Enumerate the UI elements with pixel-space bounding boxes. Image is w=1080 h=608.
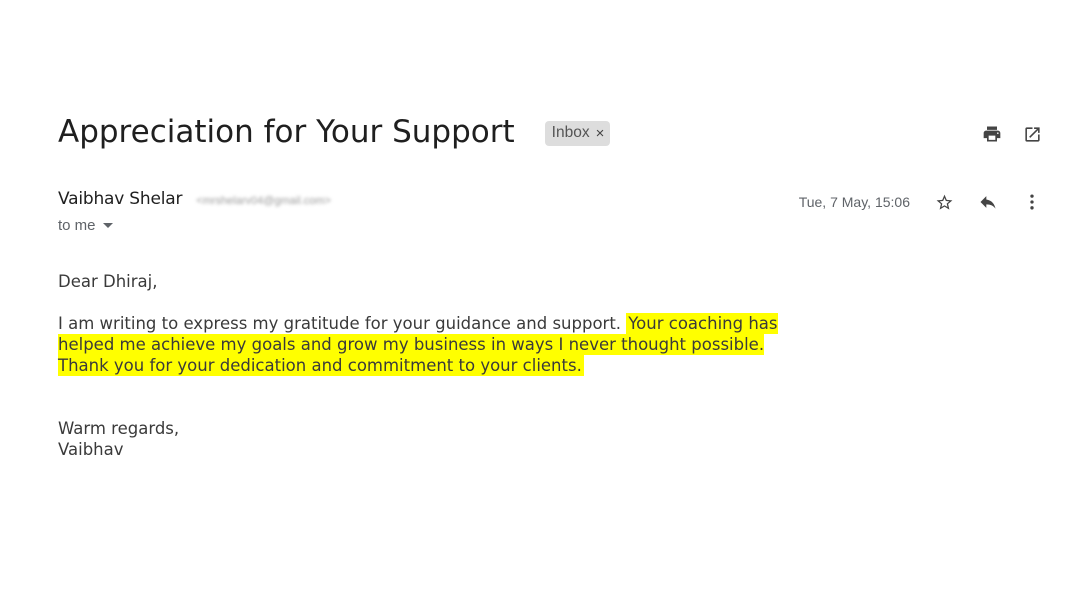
- message-actions: [932, 190, 1044, 214]
- email-body: Dear Dhiraj, I am writing to express my …: [58, 271, 808, 460]
- sender-name[interactable]: Vaibhav Shelar: [58, 189, 182, 209]
- recipient-details-toggle[interactable]: to me: [58, 217, 113, 234]
- open-in-new-window-icon[interactable]: [1020, 122, 1044, 146]
- more-vertical-icon[interactable]: [1020, 190, 1044, 214]
- body-paragraph: I am writing to express my gratitude for…: [58, 313, 808, 376]
- recipient-label: to me: [58, 217, 96, 234]
- email-view: Appreciation for Your Support Inbox × Va…: [0, 0, 1080, 608]
- reply-icon[interactable]: [976, 190, 1000, 214]
- body-plain-text: I am writing to express my gratitude for…: [58, 314, 622, 333]
- email-subject: Appreciation for Your Support: [58, 114, 515, 150]
- star-icon[interactable]: [932, 190, 956, 214]
- print-icon[interactable]: [980, 122, 1004, 146]
- closing: Warm regards,: [58, 419, 180, 438]
- label-text: Inbox: [551, 124, 590, 141]
- top-actions: [980, 122, 1044, 146]
- sender-row: Vaibhav Shelar <mrshelarv04@gmail.com>: [58, 189, 331, 209]
- message-meta: Tue, 7 May, 15:06: [799, 190, 1044, 214]
- sender-email: <mrshelarv04@gmail.com>: [196, 195, 331, 207]
- caret-down-icon[interactable]: [102, 223, 113, 228]
- message-date: Tue, 7 May, 15:06: [798, 194, 910, 210]
- subject-row: Appreciation for Your Support Inbox ×: [58, 112, 611, 152]
- inbox-label-chip[interactable]: Inbox ×: [544, 120, 611, 146]
- signature: Vaibhav: [58, 440, 124, 459]
- greeting: Dear Dhiraj,: [58, 272, 158, 291]
- remove-label-icon[interactable]: ×: [596, 125, 605, 142]
